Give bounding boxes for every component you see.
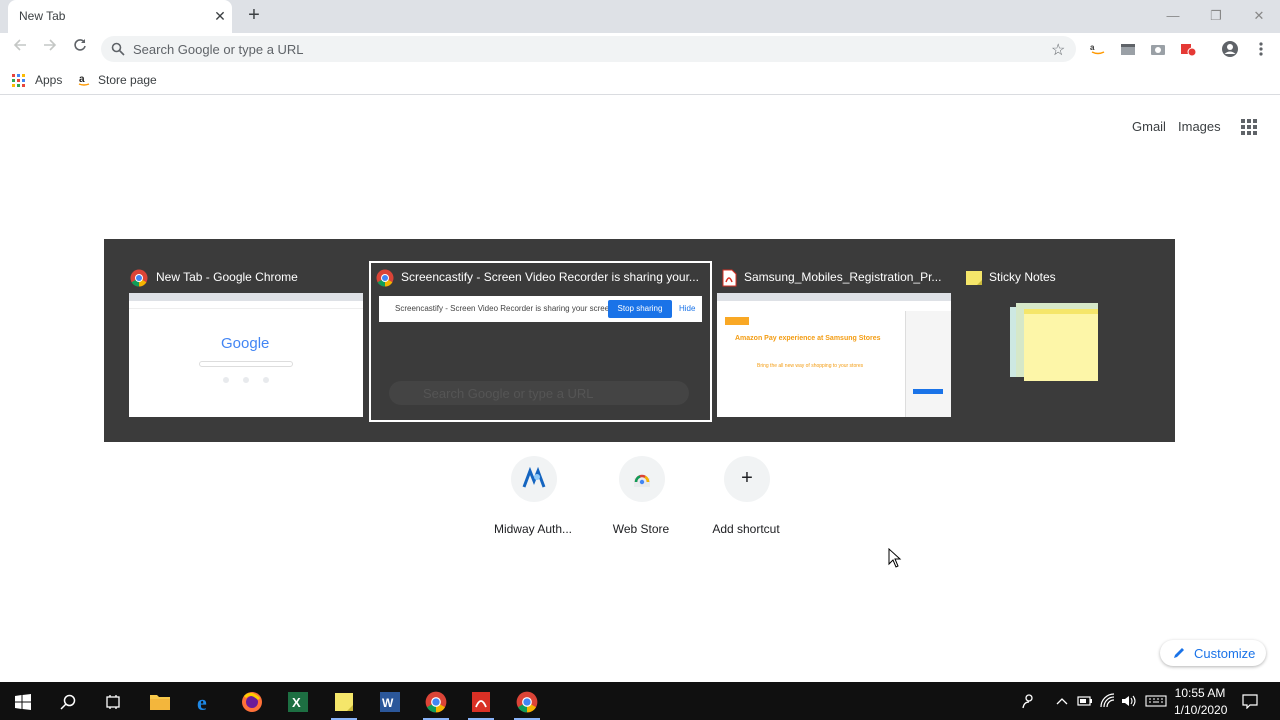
sticky-notes-icon[interactable] [329,687,359,720]
tab-new-tab[interactable]: New Tab ✕ [8,0,232,33]
profile-avatar-icon[interactable] [1221,40,1239,58]
bookmarks-bar: Apps a Store page [0,65,1280,95]
forward-button[interactable] [39,37,61,59]
svg-text:a: a [1090,43,1095,52]
window-thumbnail-samsung-pdf[interactable]: Amazon Pay experience at Samsung Stores … [717,293,951,417]
shortcut-midway-auth[interactable]: Midway Auth... [477,456,589,542]
chrome-icon [376,269,394,287]
word-icon[interactable]: W [375,687,405,717]
chrome-icon[interactable] [421,687,451,720]
notifications-icon[interactable] [1242,693,1258,712]
svg-text:X: X [292,695,301,710]
chevron-up-icon[interactable] [1056,693,1068,712]
pencil-icon [1174,648,1184,658]
tab-strip: New Tab ✕ + — ❐ ✕ [0,0,1280,33]
shortcut-add[interactable]: + Add shortcut [690,456,802,542]
apps-grid-icon [12,74,25,87]
hide-button[interactable]: Hide [679,304,695,313]
reload-icon [74,39,86,51]
firefox-icon[interactable] [237,687,267,717]
midway-icon [522,467,546,488]
search-icon[interactable] [53,687,83,717]
edge-icon[interactable]: e [191,687,221,717]
reload-button[interactable] [69,37,91,59]
window-title: Samsung_Mobiles_Registration_Pr... [744,270,942,284]
forward-arrow-icon [44,39,57,51]
windows-start-icon[interactable] [8,687,38,717]
svg-text:e: e [197,691,207,713]
images-link[interactable]: Images [1178,119,1221,134]
battery-icon[interactable] [1077,693,1093,712]
shortcut-label: Web Store [612,522,670,536]
plus-icon: + [741,467,753,489]
people-icon[interactable] [1020,693,1036,712]
chrome-icon[interactable] [512,687,542,720]
window-title: New Tab - Google Chrome [156,270,298,284]
omnibox[interactable]: ☆ [101,36,1076,62]
bookmark-label: Store page [98,73,157,87]
svg-text:a: a [79,74,85,85]
back-arrow-icon [13,39,26,51]
customize-label: Customize [1194,646,1256,661]
shortcut-label: Midway Auth... [493,522,573,536]
bookmark-star-icon[interactable]: ☆ [1051,40,1065,60]
excel-icon[interactable]: X [283,687,313,717]
clock-date[interactable]: 1/10/2020 [1174,703,1227,717]
sticky-notes-icon [966,271,982,285]
volume-icon[interactable] [1121,693,1137,712]
chrome-icon [130,269,148,287]
amazon-icon: a [78,74,90,86]
minimize-button[interactable]: — [1163,6,1183,26]
sharing-banner: Screencastify - Screen Video Recorder is… [379,296,702,322]
pdf-icon [722,269,737,287]
thumb-google-logo: Google [221,335,270,352]
webstore-icon [634,474,650,487]
acrobat-icon[interactable] [466,687,496,720]
file-explorer-icon[interactable] [145,687,175,717]
window-title: Screencastify - Screen Video Recorder is… [401,270,699,284]
ghost-search-text: Search Google or type a URL [423,386,594,401]
tab-title: New Tab [19,9,66,23]
close-window-button[interactable]: ✕ [1249,6,1269,26]
task-view-icon[interactable] [98,687,128,717]
camera-extension-icon[interactable] [1149,40,1167,58]
back-button[interactable] [9,37,31,59]
google-apps-icon[interactable] [1241,119,1257,135]
sharing-banner-text: Screencastify - Screen Video Recorder is… [395,304,616,313]
toolbar: ☆ a [0,33,1280,65]
wifi-icon[interactable] [1100,693,1116,712]
stop-sharing-button[interactable]: Stop sharing [608,300,672,318]
shortcut-label: Add shortcut [712,522,780,536]
customize-button[interactable]: Customize [1160,640,1266,666]
shortcut-web-store[interactable]: Web Store [585,456,697,542]
ghost-search-box: Search Google or type a URL [389,381,689,405]
shortcut-circle [511,456,557,502]
keyboard-icon[interactable] [1145,693,1167,712]
window-thumbnail-screencastify[interactable]: Screencastify - Screen Video Recorder is… [369,261,712,422]
task-switcher: New Tab - Google Chrome Google Screencas… [104,239,1175,442]
window-title: Sticky Notes [989,270,1056,284]
window-thumbnail-new-tab[interactable]: Google [129,293,363,417]
svg-text:W: W [382,696,394,710]
window-thumbnail-sticky-notes[interactable] [1010,303,1098,381]
clock-time[interactable]: 10:55 AM [1174,686,1226,700]
new-tab-button[interactable]: + [243,5,265,27]
windows-taskbar: e X W 10:55 AM 1/10/2020 [0,682,1280,720]
search-icon [111,42,125,56]
shortcut-circle [619,456,665,502]
omnibox-input[interactable] [133,36,1033,62]
tab-close-icon[interactable]: ✕ [211,7,229,25]
menu-kebab-icon[interactable] [1252,40,1270,58]
restore-button[interactable]: ❐ [1206,6,1226,26]
bookmark-label: Apps [35,73,63,87]
pdf-subheading: Bring the all new way of shopping to you… [757,363,864,369]
gmail-link[interactable]: Gmail [1132,119,1166,134]
store-extension-icon[interactable] [1119,40,1137,58]
mouse-cursor-icon [888,548,902,568]
shortcut-circle: + [724,456,770,502]
screencastify-icon[interactable] [1179,40,1197,58]
pdf-heading: Amazon Pay experience at Samsung Stores [735,335,881,342]
amazon-assistant-icon[interactable]: a [1089,40,1107,58]
